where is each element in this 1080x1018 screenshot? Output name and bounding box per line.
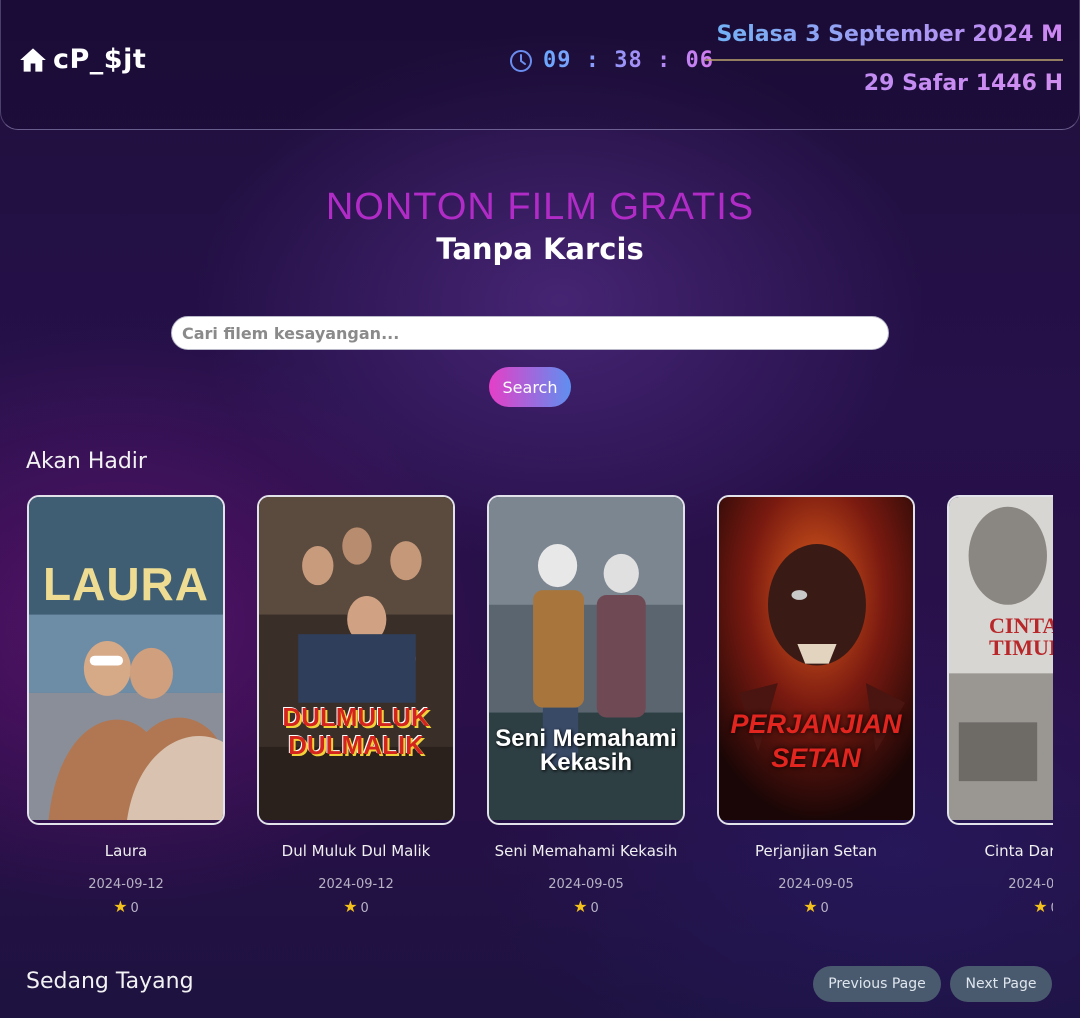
movie-title[interactable]: Seni Memahami Kekasih <box>486 842 686 860</box>
release-date: 2024-09-12 <box>88 877 164 892</box>
movie-poster[interactable]: CINTA DARI TIMUR <box>947 495 1053 825</box>
rating-value: 0 <box>130 901 139 916</box>
home-icon[interactable] <box>19 46 47 74</box>
movie-card[interactable]: DULMULUK DULMALIK Dul Muluk Dul Malik 20… <box>256 494 456 924</box>
search-input[interactable] <box>171 316 889 350</box>
brand[interactable]: cP_$jt <box>19 44 146 75</box>
star-icon: ★ <box>803 897 818 916</box>
clock: 09 : 38 : 06 <box>509 48 714 73</box>
poster-image <box>259 497 453 821</box>
rating-value: 0 <box>820 901 829 916</box>
search-button[interactable]: Search <box>489 367 571 407</box>
poster-caption: DULMULUK DULMALIK <box>282 702 430 760</box>
rating-value: 0 <box>360 901 369 916</box>
movie-rating: ★0 <box>26 897 226 916</box>
star-icon: ★ <box>113 897 128 916</box>
date-divider <box>705 59 1063 61</box>
movie-rating: ★0 <box>486 897 686 916</box>
movie-poster[interactable]: LAURA <box>27 495 225 825</box>
movie-rating: ★0 <box>256 897 456 916</box>
movie-rating: ★0 <box>946 897 1053 916</box>
movie-title[interactable]: Laura <box>26 842 226 860</box>
star-icon: ★ <box>343 897 358 916</box>
movie-card[interactable]: LAURA Laura 2024-09-12 ★ 0 <box>26 494 226 924</box>
star-icon: ★ <box>573 897 588 916</box>
movie-rating: ★0 <box>716 897 916 916</box>
release-date: 2024-09-05 <box>778 877 854 892</box>
poster-caption: PERJANJIAN SETAN <box>730 709 902 773</box>
release-date: 2024-09-05 <box>1008 877 1053 892</box>
poster-image <box>29 497 223 821</box>
section-title-now-playing: Sedang Tayang <box>26 969 194 994</box>
movie-poster[interactable]: DULMULUK DULMALIK <box>257 495 455 825</box>
brand-name[interactable]: cP_$jt <box>53 44 146 75</box>
previous-page-button[interactable]: Previous Page <box>813 966 941 1002</box>
poster-caption: Seni Memahami Kekasih <box>495 725 677 776</box>
movie-title[interactable]: Dul Muluk Dul Malik <box>256 842 456 860</box>
clock-icon <box>509 49 533 73</box>
star-icon: ★ <box>1033 897 1048 916</box>
rating-value: 0 <box>1051 901 1053 916</box>
next-page-button[interactable]: Next Page <box>950 966 1052 1002</box>
hero-subtitle: Tanpa Karcis <box>436 232 644 266</box>
gregorian-date: Selasa 3 September 2024 M <box>705 22 1063 47</box>
poster-caption: LAURA <box>43 558 209 610</box>
movie-poster[interactable]: PERJANJIAN SETAN <box>717 495 915 825</box>
release-date: 2024-09-05 <box>548 877 624 892</box>
hero-title: NONTON FILM GRATIS <box>325 186 755 228</box>
upcoming-carousel[interactable]: LAURA Laura 2024-09-12 ★ 0 DULMULUK DULMA… <box>26 494 1053 924</box>
movie-title[interactable]: Cinta Dari Timur <box>946 842 1054 860</box>
movie-card[interactable]: Seni Memahami Kekasih Seni Memahami Keka… <box>486 494 686 924</box>
movie-card[interactable]: PERJANJIAN SETAN Perjanjian Setan 2024-0… <box>716 494 916 924</box>
poster-caption: CINTA DARI TIMUR <box>989 613 1053 660</box>
date-panel: Selasa 3 September 2024 M 29 Safar 1446 … <box>705 22 1063 96</box>
movie-poster[interactable]: Seni Memahami Kekasih <box>487 495 685 825</box>
movie-card[interactable]: CINTA DARI TIMUR Cinta Dari Timur 2024-0… <box>946 494 1053 924</box>
clock-time: 09 : 38 : 06 <box>543 48 714 73</box>
section-title-upcoming: Akan Hadir <box>26 449 147 474</box>
top-header: cP_$jt 09 : 38 : 06 Selasa 3 September 2… <box>0 0 1080 130</box>
release-date: 2024-09-12 <box>318 877 394 892</box>
movie-title[interactable]: Perjanjian Setan <box>716 842 916 860</box>
hijri-date: 29 Safar 1446 H <box>705 71 1063 96</box>
rating-value: 0 <box>590 901 599 916</box>
